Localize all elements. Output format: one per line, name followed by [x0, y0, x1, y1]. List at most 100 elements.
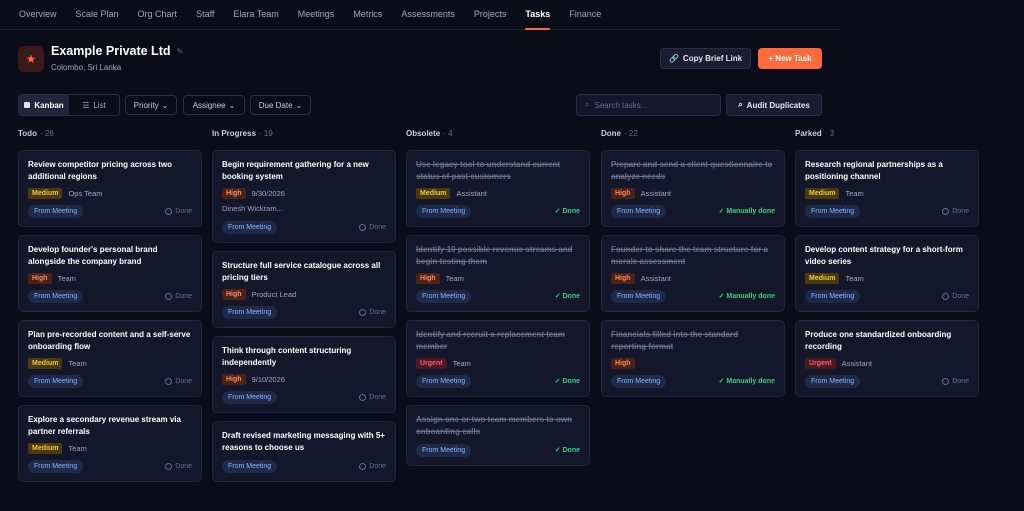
task-title: Explore a secondary revenue stream via p… — [28, 415, 181, 436]
source-chip[interactable]: From Meeting — [222, 305, 278, 319]
done-toggle[interactable]: Done — [165, 462, 192, 470]
source-chip[interactable]: From Meeting — [28, 459, 84, 473]
new-task-button[interactable]: + New Task — [758, 48, 822, 69]
assignee-filter[interactable]: Assignee ⌄ — [183, 95, 245, 115]
task-title: Prepare and send a client questionnaire … — [611, 160, 773, 181]
task-card[interactable]: Identify 10 possible revenue streams and… — [406, 235, 590, 312]
priority-badge: Medium — [416, 188, 451, 199]
task-owner: Dinesh Wickram... — [222, 204, 283, 213]
task-assignee: Assistant — [841, 359, 872, 368]
done-toggle[interactable]: ✓ Done — [555, 207, 580, 215]
task-card[interactable]: Research regional partnerships as a posi… — [795, 150, 979, 227]
tab-assessments[interactable]: Assessments — [401, 0, 455, 30]
task-meta: Medium Team — [805, 273, 969, 284]
tab-elara-team[interactable]: Elara Team — [233, 0, 278, 30]
copy-brief-link-button[interactable]: 🔗 Copy Brief Link — [660, 48, 751, 69]
task-card[interactable]: Draft revised marketing messaging with 5… — [212, 421, 396, 482]
search-input[interactable] — [594, 100, 715, 110]
tab-scale-plan[interactable]: Scale Plan — [76, 0, 119, 30]
done-toggle[interactable]: Done — [165, 292, 192, 300]
task-card[interactable]: Review competitor pricing across two add… — [18, 150, 202, 227]
done-toggle[interactable]: ✓ Done — [555, 446, 580, 454]
task-card[interactable]: Identify and recruit a replacement team … — [406, 320, 590, 397]
done-toggle[interactable]: Done — [359, 223, 386, 231]
done-toggle[interactable]: Done — [165, 207, 192, 215]
circle-icon — [359, 393, 367, 401]
done-label: ✓ Manually done — [718, 378, 775, 385]
priority-filter[interactable]: Priority ⌄ — [125, 95, 177, 115]
edit-icon[interactable]: ✎ — [177, 47, 184, 56]
done-label: ✓ Done — [554, 378, 580, 385]
task-card[interactable]: Think through content structuring indepe… — [212, 336, 396, 413]
source-chip[interactable]: From Meeting — [222, 390, 278, 404]
done-label: Done — [369, 308, 386, 316]
task-meta: High Team — [416, 273, 580, 284]
task-card[interactable]: Founder to share the team structure for … — [601, 235, 785, 312]
source-chip[interactable]: From Meeting — [611, 289, 667, 303]
list-view-button[interactable]: ☰ List — [69, 95, 119, 115]
done-toggle[interactable]: ✓ Manually done — [719, 207, 775, 215]
task-card[interactable]: Financials filled into the standard repo… — [601, 320, 785, 397]
task-title: Plan pre-recorded content and a self-ser… — [28, 330, 191, 351]
task-meta: Medium Team — [28, 443, 192, 454]
done-toggle[interactable]: Done — [942, 377, 969, 385]
done-label: Done — [175, 292, 192, 300]
task-footer: From Meeting Done — [805, 374, 969, 388]
kanban-view-button[interactable]: Kanban — [19, 95, 69, 115]
task-card[interactable]: Prepare and send a client questionnaire … — [601, 150, 785, 227]
task-card[interactable]: Develop founder's personal brand alongsi… — [18, 235, 202, 312]
tab-overview[interactable]: Overview — [19, 0, 57, 30]
source-chip[interactable]: From Meeting — [28, 204, 84, 218]
done-toggle[interactable]: ✓ Done — [555, 377, 580, 385]
column-in-progress: In Progress · 19 Begin requirement gatheri… — [212, 129, 396, 490]
source-chip[interactable]: From Meeting — [805, 204, 861, 218]
tab-org-chart[interactable]: Org Chart — [138, 0, 178, 30]
source-chip[interactable]: From Meeting — [28, 289, 84, 303]
done-toggle[interactable]: ✓ Done — [555, 292, 580, 300]
task-card[interactable]: Use legacy tool to understand current st… — [406, 150, 590, 227]
task-card[interactable]: Begin requirement gathering for a new bo… — [212, 150, 396, 243]
source-chip[interactable]: From Meeting — [611, 204, 667, 218]
task-card[interactable]: Assign one or two team members to own on… — [406, 405, 590, 466]
priority-badge: Medium — [805, 273, 840, 284]
done-toggle[interactable]: ✓ Manually done — [719, 377, 775, 385]
source-chip[interactable]: From Meeting — [416, 204, 472, 218]
task-assignee: Team — [68, 359, 87, 368]
due-date-filter[interactable]: Due Date ⌄ — [250, 95, 311, 115]
source-chip[interactable]: From Meeting — [611, 374, 667, 388]
task-card[interactable]: Explore a secondary revenue stream via p… — [18, 405, 202, 482]
task-assignee: 9/30/2026 — [251, 189, 285, 198]
source-chip[interactable]: From Meeting — [222, 220, 278, 234]
done-toggle[interactable]: Done — [942, 207, 969, 215]
column-todo: Todo · 28 Review competitor pricing across… — [18, 129, 202, 490]
task-footer: From Meeting ✓ Manually done — [611, 289, 775, 303]
tab-tasks[interactable]: Tasks — [525, 0, 550, 30]
done-toggle[interactable]: ✓ Manually done — [719, 292, 775, 300]
source-chip[interactable]: From Meeting — [805, 289, 861, 303]
done-toggle[interactable]: Done — [165, 377, 192, 385]
circle-icon — [359, 223, 367, 231]
tab-meetings[interactable]: Meetings — [298, 0, 335, 30]
done-toggle[interactable]: Done — [359, 308, 386, 316]
new-task-label: + New Task — [768, 54, 812, 63]
task-card[interactable]: Develop content strategy for a short-for… — [795, 235, 979, 312]
done-toggle[interactable]: Done — [359, 462, 386, 470]
source-chip[interactable]: From Meeting — [416, 289, 472, 303]
tab-projects[interactable]: Projects — [474, 0, 507, 30]
source-chip[interactable]: From Meeting — [28, 374, 84, 388]
tab-staff[interactable]: Staff — [196, 0, 214, 30]
tab-metrics[interactable]: Metrics — [353, 0, 382, 30]
source-chip[interactable]: From Meeting — [222, 459, 278, 473]
source-chip[interactable]: From Meeting — [416, 443, 472, 457]
source-chip[interactable]: From Meeting — [416, 374, 472, 388]
task-meta: Urgent Team — [416, 358, 580, 369]
task-card[interactable]: Plan pre-recorded content and a self-ser… — [18, 320, 202, 397]
done-toggle[interactable]: Done — [942, 292, 969, 300]
audit-duplicates-button[interactable]: ⌕ Audit Duplicates — [726, 94, 822, 116]
task-title: Draft revised marketing messaging with 5… — [222, 431, 385, 452]
task-card[interactable]: Produce one standardized onboarding reco… — [795, 320, 979, 397]
done-toggle[interactable]: Done — [359, 393, 386, 401]
tab-finance[interactable]: Finance — [569, 0, 601, 30]
task-card[interactable]: Structure full service catalogue across … — [212, 251, 396, 328]
source-chip[interactable]: From Meeting — [805, 374, 861, 388]
